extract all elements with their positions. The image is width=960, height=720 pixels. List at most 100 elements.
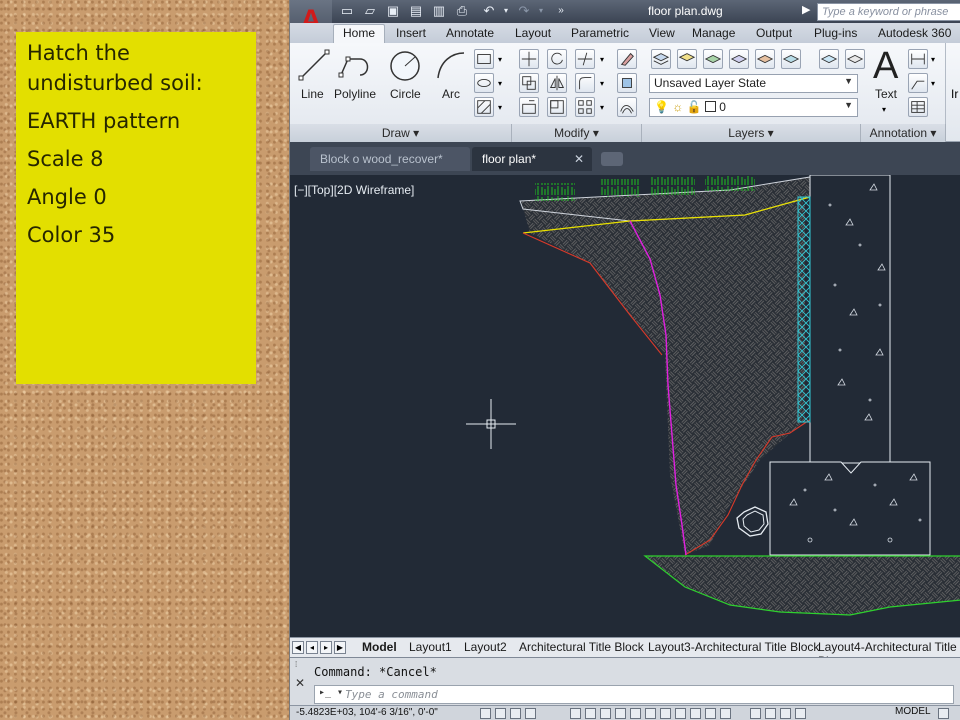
dyn-icon[interactable] bbox=[645, 708, 656, 719]
layer-freeze-icon[interactable] bbox=[819, 49, 839, 69]
status-settings-icon[interactable] bbox=[938, 708, 949, 719]
next-tab-icon[interactable]: ▸ bbox=[320, 641, 332, 654]
undo-icon[interactable]: ↶ bbox=[481, 3, 497, 19]
file-tab[interactable]: Block o wood_recover* bbox=[310, 147, 470, 171]
tab-output[interactable]: Output bbox=[756, 26, 792, 40]
circle-icon[interactable] bbox=[388, 49, 422, 83]
selection-cycling-icon[interactable] bbox=[705, 708, 716, 719]
save-icon[interactable]: ▣ bbox=[385, 3, 401, 19]
redo-icon[interactable]: ↷ bbox=[516, 3, 532, 19]
layer-unisolate-icon[interactable] bbox=[781, 49, 801, 69]
layout-tab-layout1[interactable]: Layout1 bbox=[409, 640, 452, 654]
close-tab-icon[interactable]: ✕ bbox=[574, 152, 584, 166]
title-expand-icon[interactable]: ▶ bbox=[802, 3, 810, 16]
command-grip-icon[interactable]: ⁞ bbox=[295, 660, 297, 669]
layer-off-icon[interactable] bbox=[845, 49, 865, 69]
model-space-button[interactable]: MODEL bbox=[895, 706, 931, 717]
circle-tool-label[interactable]: Circle bbox=[390, 87, 421, 101]
isolate-objects-icon[interactable] bbox=[780, 708, 791, 719]
line-icon[interactable] bbox=[298, 49, 330, 81]
array-dropdown-icon[interactable]: ▾ bbox=[600, 103, 604, 112]
close-command-line-icon[interactable]: ✕ bbox=[295, 676, 305, 690]
insert-tool-label[interactable]: Ir bbox=[951, 87, 958, 101]
layer-match-icon[interactable] bbox=[703, 49, 723, 69]
quick-properties-icon[interactable] bbox=[690, 708, 701, 719]
stretch-icon[interactable] bbox=[519, 97, 539, 117]
arc-icon[interactable] bbox=[434, 49, 468, 81]
tab-view[interactable]: View bbox=[649, 26, 675, 40]
layout-tab-layout3[interactable]: Layout3-Architectural Title Block bbox=[648, 640, 819, 654]
polar-icon[interactable] bbox=[570, 708, 581, 719]
workspace-icon[interactable] bbox=[765, 708, 776, 719]
fullscreen-icon[interactable] bbox=[795, 708, 806, 719]
fillet-icon[interactable] bbox=[575, 73, 595, 93]
hatch-icon[interactable] bbox=[474, 97, 494, 117]
layout-tab-layout2[interactable]: Layout2 bbox=[464, 640, 507, 654]
otrack-icon[interactable] bbox=[615, 708, 626, 719]
tab-autodesk-360[interactable]: Autodesk 360 bbox=[878, 26, 951, 40]
ellipse-icon[interactable] bbox=[474, 73, 494, 93]
layout-tab-model[interactable]: Model bbox=[362, 640, 397, 654]
draw-panel-title[interactable]: Draw ▾ bbox=[290, 124, 512, 142]
layer-properties-icon[interactable] bbox=[651, 49, 671, 69]
viewport-controls[interactable]: [−][Top][2D Wireframe] bbox=[294, 183, 414, 197]
layers-panel-title[interactable]: Layers ▾ bbox=[642, 124, 861, 142]
new-tab-icon[interactable] bbox=[601, 152, 623, 166]
tab-plug-ins[interactable]: Plug-ins bbox=[814, 26, 857, 40]
qat-overflow-icon[interactable]: » bbox=[553, 3, 569, 19]
text-tool-icon[interactable]: A bbox=[873, 45, 898, 88]
rectangle-icon[interactable] bbox=[474, 49, 494, 69]
grid-icon[interactable] bbox=[510, 708, 521, 719]
lineweight-icon[interactable] bbox=[660, 708, 671, 719]
dimension-icon[interactable] bbox=[908, 49, 928, 69]
layer-current-icon[interactable] bbox=[677, 49, 697, 69]
plot-icon[interactable]: ⎙ bbox=[454, 3, 470, 19]
annotation-panel-title[interactable]: Annotation ▾ bbox=[861, 124, 946, 142]
trim-dropdown-icon[interactable]: ▾ bbox=[600, 55, 604, 64]
mirror-icon[interactable] bbox=[547, 73, 567, 93]
last-tab-icon[interactable]: ▶ bbox=[334, 641, 346, 654]
erase-icon[interactable] bbox=[617, 49, 637, 69]
rectangle-dropdown-icon[interactable]: ▾ bbox=[498, 55, 502, 64]
print-icon[interactable]: ▥ bbox=[431, 3, 447, 19]
text-tool-label[interactable]: Text bbox=[875, 87, 897, 101]
modify-panel-title[interactable]: Modify ▾ bbox=[512, 124, 642, 142]
ellipse-dropdown-icon[interactable]: ▾ bbox=[498, 79, 502, 88]
new-file-icon[interactable]: ▭ bbox=[339, 3, 355, 19]
tab-insert[interactable]: Insert bbox=[396, 26, 426, 40]
3d-osnap-icon[interactable] bbox=[600, 708, 611, 719]
layout-tab-architectural-title-block[interactable]: Architectural Title Block bbox=[519, 640, 644, 654]
line-tool-label[interactable]: Line bbox=[301, 87, 324, 101]
tab-parametric[interactable]: Parametric bbox=[571, 26, 629, 40]
ducs-icon[interactable] bbox=[630, 708, 641, 719]
undo-dropdown-icon[interactable]: ▾ bbox=[498, 3, 514, 19]
layer-isolate-icon[interactable] bbox=[755, 49, 775, 69]
tab-annotate[interactable]: Annotate bbox=[446, 26, 494, 40]
fillet-dropdown-icon[interactable]: ▾ bbox=[600, 79, 604, 88]
array-icon[interactable] bbox=[575, 97, 595, 117]
osnap-icon[interactable] bbox=[585, 708, 596, 719]
transparency-icon[interactable] bbox=[675, 708, 686, 719]
rotate-icon[interactable] bbox=[547, 49, 567, 69]
hatch-dropdown-icon[interactable]: ▾ bbox=[498, 103, 502, 112]
explode-icon[interactable] bbox=[617, 73, 637, 93]
offset-icon[interactable] bbox=[617, 97, 637, 117]
text-dropdown-icon[interactable]: ▾ bbox=[882, 105, 886, 114]
ortho-icon[interactable] bbox=[525, 708, 536, 719]
arc-tool-label[interactable]: Arc bbox=[442, 87, 460, 101]
polyline-icon[interactable] bbox=[338, 49, 372, 81]
layer-state-dropdown[interactable]: Unsaved Layer State ▼ bbox=[649, 74, 858, 93]
leader-dropdown-icon[interactable]: ▾ bbox=[931, 79, 935, 88]
tab-home[interactable]: Home bbox=[333, 24, 386, 43]
command-input[interactable]: ▸_ ▾ Type a command bbox=[314, 685, 954, 704]
save-as-icon[interactable]: ▤ bbox=[408, 3, 424, 19]
scale-icon[interactable] bbox=[547, 97, 567, 117]
command-prompt-icon[interactable]: ▸_ ▾ bbox=[319, 687, 343, 698]
snap-icon[interactable] bbox=[495, 708, 506, 719]
drawing-canvas[interactable]: [−][Top][2D Wireframe] bbox=[290, 175, 960, 637]
leader-icon[interactable] bbox=[908, 73, 928, 93]
table-icon[interactable] bbox=[908, 97, 928, 117]
file-tab-active[interactable]: floor plan* ✕ bbox=[472, 147, 592, 171]
prev-tab-icon[interactable]: ◂ bbox=[306, 641, 318, 654]
first-tab-icon[interactable]: ◀ bbox=[292, 641, 304, 654]
